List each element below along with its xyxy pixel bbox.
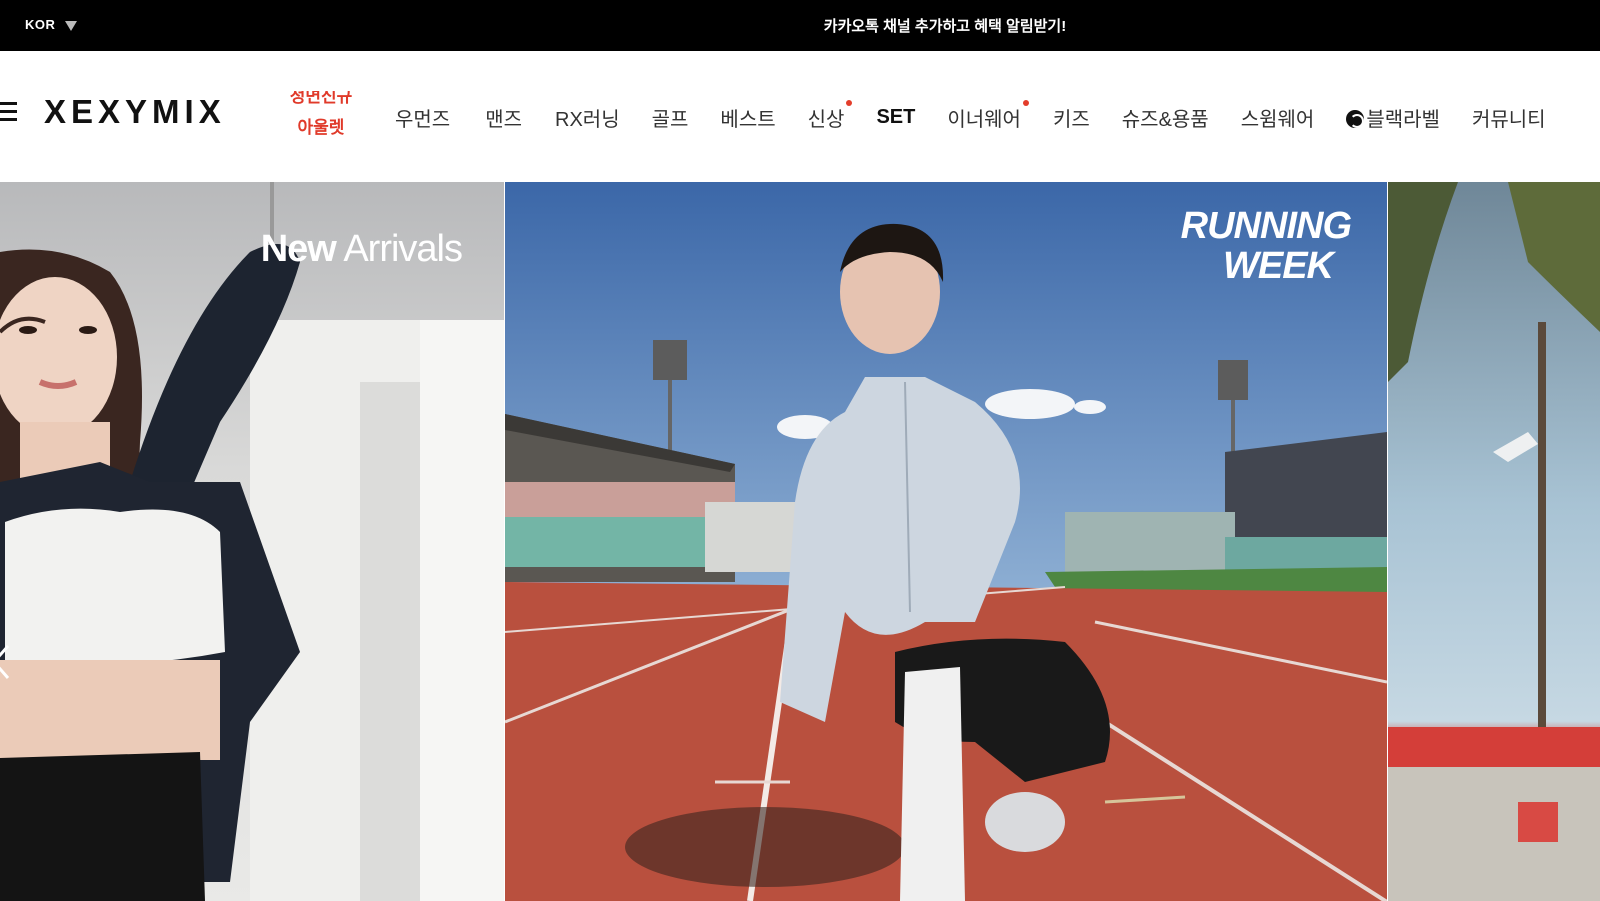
nav-label: 베스트: [720, 109, 776, 131]
nav-item-kids[interactable]: 키즈: [1053, 103, 1090, 132]
outlet-promo-link[interactable]: 정면신규 아울렛: [282, 91, 360, 135]
nav-label: 슈즈&용품: [1121, 109, 1209, 131]
nav-label: 스윔웨어: [1240, 109, 1315, 131]
nav-item-golf[interactable]: 골프: [652, 103, 689, 132]
nav-label: RX러닝: [555, 109, 620, 131]
nav-item-community[interactable]: 커뮤니티: [1472, 103, 1546, 132]
nav-item-black-label[interactable]: 블랙라벨: [1346, 103, 1440, 132]
nav-item-best[interactable]: 베스트: [720, 103, 775, 132]
running-week-title: RUNNING WEEK: [1180, 205, 1352, 287]
nav-label: 블랙라벨: [1366, 109, 1440, 131]
new-dot-badge: [1022, 100, 1029, 106]
promo-line2: 아울렛: [297, 118, 345, 135]
nav-label: 이너웨어: [947, 109, 1021, 131]
new-dot-badge: [846, 100, 853, 106]
nav-item-swimwear[interactable]: 스윔웨어: [1241, 103, 1315, 132]
site-header: XEXYMIX 정면신규 아울렛 우먼즈 맨즈 RX러닝 골프 베스트 신상 S…: [0, 51, 1600, 182]
kakao-announcement-link[interactable]: 카카오톡 채널 추가하고 혜택 알림받기!: [0, 15, 1600, 36]
promo-line1: 정면신규: [289, 91, 353, 106]
title-line1: RUNNING: [1180, 205, 1352, 247]
nav-item-new[interactable]: 신상: [807, 100, 853, 132]
site-logo[interactable]: XEXYMIX: [44, 93, 226, 131]
nav-label: 키즈: [1052, 109, 1090, 131]
nav-item-set[interactable]: SET: [876, 106, 915, 129]
nav-label: 우먼즈: [395, 109, 451, 131]
title-line2: WEEK: [1223, 245, 1334, 287]
nav-item-rx-running[interactable]: RX러닝: [555, 103, 620, 132]
title-light: Arrivals: [335, 228, 463, 270]
nav-item-innerwear[interactable]: 이너웨어: [947, 100, 1029, 132]
chevron-left-icon[interactable]: [0, 642, 12, 682]
new-arrivals-photo: [0, 182, 504, 901]
nav-label: 커뮤니티: [1471, 109, 1546, 131]
new-arrivals-title: New Arrivals: [260, 228, 463, 271]
hero-carousel: New Arrivals RUNNING WEEK: [0, 182, 1600, 901]
nav-label: 신상: [807, 109, 845, 131]
title-bold: New: [260, 228, 337, 270]
nav-item-shoes-goods[interactable]: 슈즈&용품: [1122, 103, 1209, 132]
running-week-photo: [505, 182, 1387, 901]
menu-icon[interactable]: [0, 98, 18, 128]
slide-running-week[interactable]: RUNNING WEEK: [505, 182, 1387, 901]
nav-label: 맨즈: [485, 109, 523, 131]
next-slide-photo: [1388, 182, 1600, 901]
nav-item-mens[interactable]: 맨즈: [485, 103, 522, 132]
main-nav: 우먼즈 맨즈 RX러닝 골프 베스트 신상 SET 이너웨어 키즈 슈즈&용품 …: [395, 100, 1546, 132]
nav-label: SET: [876, 106, 916, 128]
slide-new-arrivals[interactable]: New Arrivals: [0, 182, 504, 901]
announcement-bar: KOR 카카오톡 채널 추가하고 혜택 알림받기!: [0, 0, 1600, 51]
nav-item-womens[interactable]: 우먼즈: [395, 103, 450, 132]
nav-label: 골프: [651, 109, 689, 131]
slide-next-partial[interactable]: [1388, 182, 1600, 901]
globe-icon: [1346, 110, 1365, 128]
